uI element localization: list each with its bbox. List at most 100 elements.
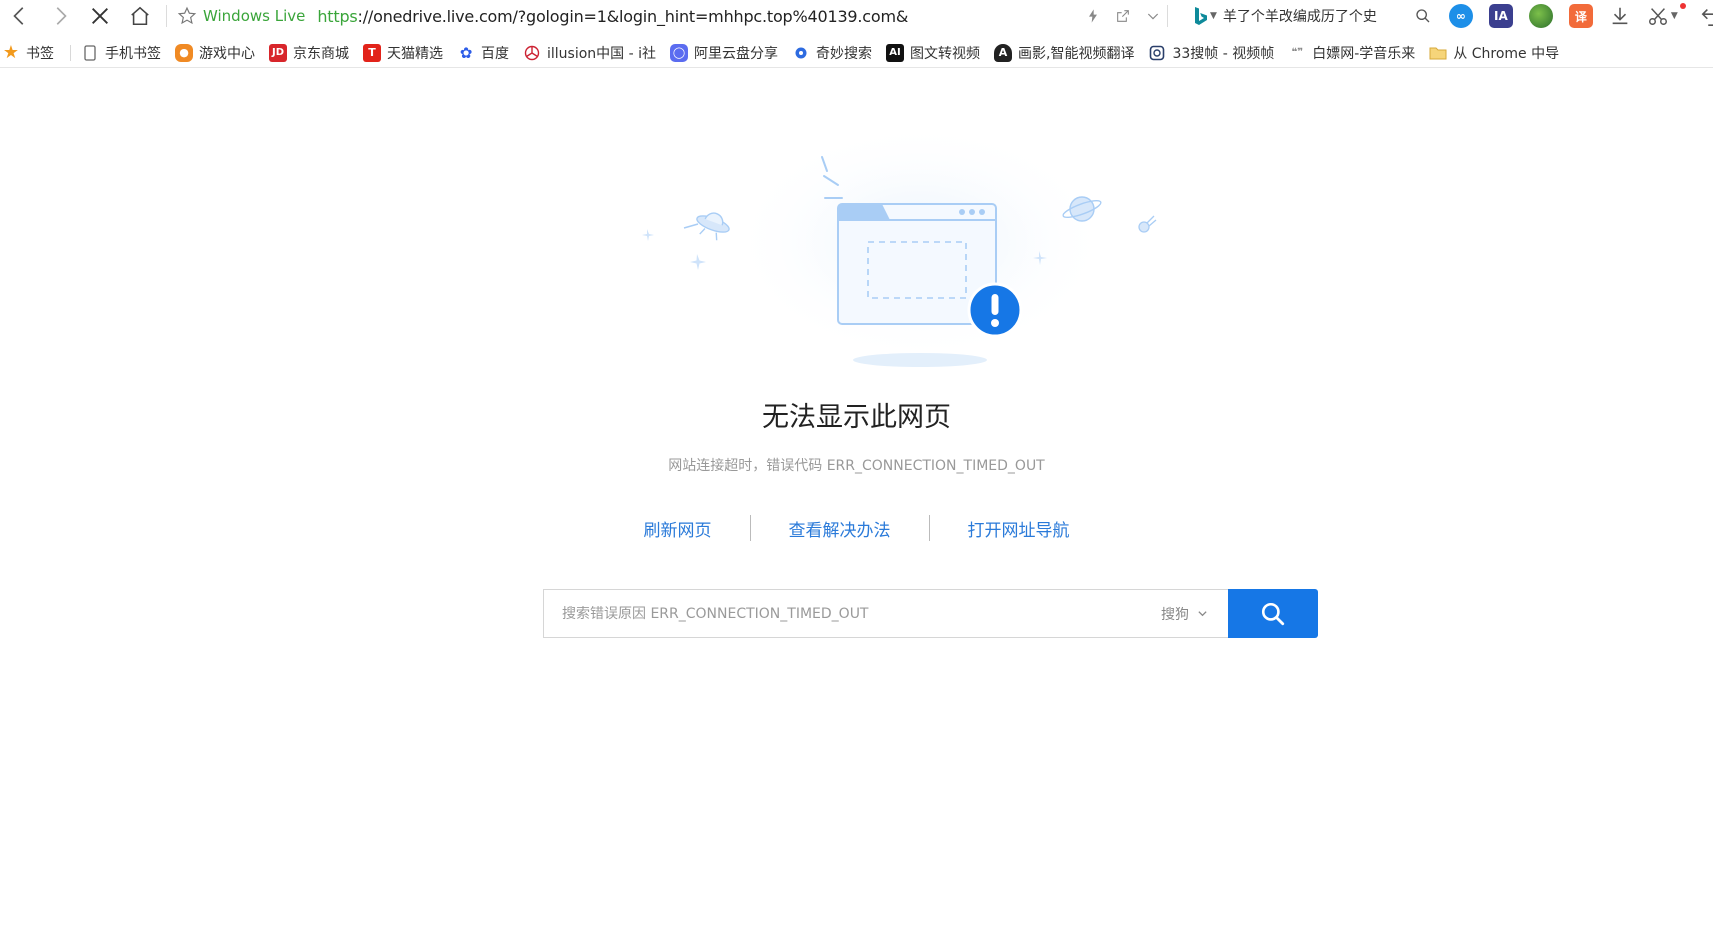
search-field-wrapper: 搜狗 <box>543 589 1228 638</box>
bookmark-label: 33搜帧 - 视频帧 <box>1172 45 1275 62</box>
view-solutions-link[interactable]: 查看解决办法 <box>751 516 929 541</box>
toolbar-search[interactable]: ▼ 羊了个羊改编成历了个史 <box>1194 6 1431 26</box>
bookmark-label: 从 Chrome 中导 <box>1453 45 1560 62</box>
share-icon[interactable] <box>1115 8 1131 24</box>
bookmark-item[interactable]: illusion中国 - i社 <box>523 43 656 63</box>
lightning-icon[interactable] <box>1085 8 1101 24</box>
error-description: 网站连接超时，错误代码 ERR_CONNECTION_TIMED_OUT <box>668 458 1045 474</box>
ufo-trail <box>683 223 699 229</box>
tmall-icon: T <box>363 43 381 62</box>
bookmark-label: 图文转视频 <box>910 45 981 62</box>
bookmark-item[interactable]: A 画影,智能视频翻译 <box>994 43 1134 63</box>
download-icon[interactable] <box>1609 5 1631 27</box>
bookmark-item[interactable]: ❝❞ 白嫖网-学音乐来 <box>1288 43 1415 63</box>
sparkle-icon <box>690 254 706 270</box>
notification-dot <box>1679 3 1686 9</box>
exclamation-alert-icon <box>967 282 1023 338</box>
url-text[interactable]: https://onedrive.live.com/?gologin=1&log… <box>317 7 908 26</box>
bookmarks-bar: ★ 书签 手机书签 ● 游戏中心 JD 京东商城 T 天猫精选 ✿ 百度 ill… <box>0 38 1713 68</box>
bookmark-item[interactable]: 从 Chrome 中导 <box>1429 43 1559 63</box>
toolbar-divider <box>166 5 167 27</box>
close-icon <box>92 8 108 24</box>
bookmark-label: 京东商城 <box>293 45 349 62</box>
forward-button[interactable] <box>40 1 80 31</box>
stop-loading-button[interactable] <box>80 1 120 31</box>
search-button[interactable] <box>1228 589 1318 638</box>
bookmark-item[interactable]: ✿ 百度 <box>457 43 509 63</box>
bookmark-label: 天猫精选 <box>387 45 443 62</box>
phone-icon <box>81 44 99 62</box>
back-button[interactable] <box>0 1 40 31</box>
scissors-caret-icon[interactable]: ▼ <box>1671 11 1678 21</box>
scissors-button[interactable]: ▼ <box>1647 3 1686 27</box>
address-tools <box>1085 8 1161 24</box>
bookmark-item[interactable]: ★ 书签 <box>2 42 54 63</box>
chevron-right-icon <box>56 7 67 25</box>
bookmark-label: 白嫖网-学音乐来 <box>1312 45 1416 62</box>
bookmark-label: 游戏中心 <box>199 45 255 62</box>
undo-icon[interactable] <box>1700 5 1713 27</box>
star-outline-icon <box>177 6 197 25</box>
toolbar-search-button[interactable] <box>1415 8 1431 24</box>
bookmark-item[interactable]: T 天猫精选 <box>363 43 443 63</box>
gamepad-icon: ● <box>175 43 193 62</box>
aliyun-icon: ◯ <box>670 43 689 62</box>
bookmark-label: 书签 <box>26 45 54 62</box>
browser-toolbar: Windows Live https://onedrive.live.com/?… <box>0 0 1713 32</box>
open-navigation-link[interactable]: 打开网址导航 <box>930 516 1108 541</box>
ai-icon: AI <box>886 43 905 62</box>
ufo-icon <box>696 212 730 241</box>
toolbar-search-input[interactable]: 羊了个羊改编成历了个史 <box>1223 6 1403 26</box>
bookmark-label: illusion中国 - i社 <box>547 45 657 62</box>
bookmark-item[interactable]: 手机书签 <box>81 43 161 63</box>
extension-icons: ∞ IA 译 ▼ <box>1448 3 1713 28</box>
refresh-page-link[interactable]: 刷新网页 <box>606 516 750 541</box>
home-icon <box>131 6 149 26</box>
error-actions: 刷新网页 查看解决办法 打开网址导航 <box>0 515 1713 541</box>
star-icon: ★ <box>2 42 20 63</box>
search-input[interactable] <box>562 605 1141 622</box>
qimiao-icon <box>792 44 810 62</box>
folder-icon <box>1429 44 1447 62</box>
bookmark-label: 奇妙搜索 <box>816 45 873 62</box>
baidu-paw-icon: ✿ <box>459 43 473 62</box>
error-title: 无法显示此网页 <box>762 402 951 433</box>
ia-extension-icon[interactable]: IA <box>1488 4 1513 28</box>
bookmark-item[interactable]: AI 图文转视频 <box>886 43 980 63</box>
sparkle-icon <box>642 229 654 241</box>
home-button[interactable] <box>120 1 160 31</box>
chevron-down-icon <box>1198 611 1207 617</box>
address-bar[interactable]: Windows Live https://onedrive.live.com/?… <box>173 1 1073 31</box>
search-engine-label: 搜狗 <box>1161 606 1189 623</box>
bookmarks-divider <box>70 44 71 61</box>
shadow-ellipse <box>853 353 987 367</box>
translate-extension-icon[interactable]: 译 <box>1568 4 1593 28</box>
search-icon <box>1261 602 1285 625</box>
jd-icon: JD <box>269 43 287 62</box>
site-identity-label: Windows Live <box>203 7 306 25</box>
bookmark-item[interactable]: 33搜帧 - 视频帧 <box>1148 43 1274 63</box>
bing-logo-icon[interactable] <box>1194 6 1208 26</box>
toolbar-divider <box>1167 5 1168 27</box>
bookmark-item[interactable]: ● 游戏中心 <box>175 43 255 63</box>
error-illustration <box>642 122 1157 367</box>
search-engine-select[interactable]: 搜狗 <box>1141 604 1228 624</box>
bookmark-item[interactable]: 奇妙搜索 <box>792 43 872 63</box>
illusion-icon <box>523 44 541 62</box>
bookmark-item[interactable]: JD 京东商城 <box>269 43 349 63</box>
baipiao-icon: ❝❞ <box>1291 47 1304 58</box>
bookmark-item[interactable]: ◯ 阿里云盘分享 <box>670 43 778 63</box>
search-engine-caret-icon[interactable]: ▼ <box>1210 11 1217 21</box>
bookmark-label: 画影,智能视频翻译 <box>1018 45 1135 62</box>
infinity-extension-icon[interactable]: ∞ <box>1448 4 1473 28</box>
globe-extension-icon[interactable] <box>1528 4 1553 28</box>
33-icon <box>1148 44 1166 62</box>
chevron-down-icon[interactable] <box>1145 8 1161 24</box>
huaying-icon: A <box>994 43 1013 62</box>
url-protocol: https <box>317 6 358 26</box>
url-rest: ://onedrive.live.com/?gologin=1&login_hi… <box>357 6 909 26</box>
chevron-left-icon <box>13 7 24 25</box>
bookmark-label: 百度 <box>481 45 509 62</box>
bookmark-star-button[interactable] <box>173 6 201 26</box>
bookmark-label: 手机书签 <box>105 45 161 62</box>
